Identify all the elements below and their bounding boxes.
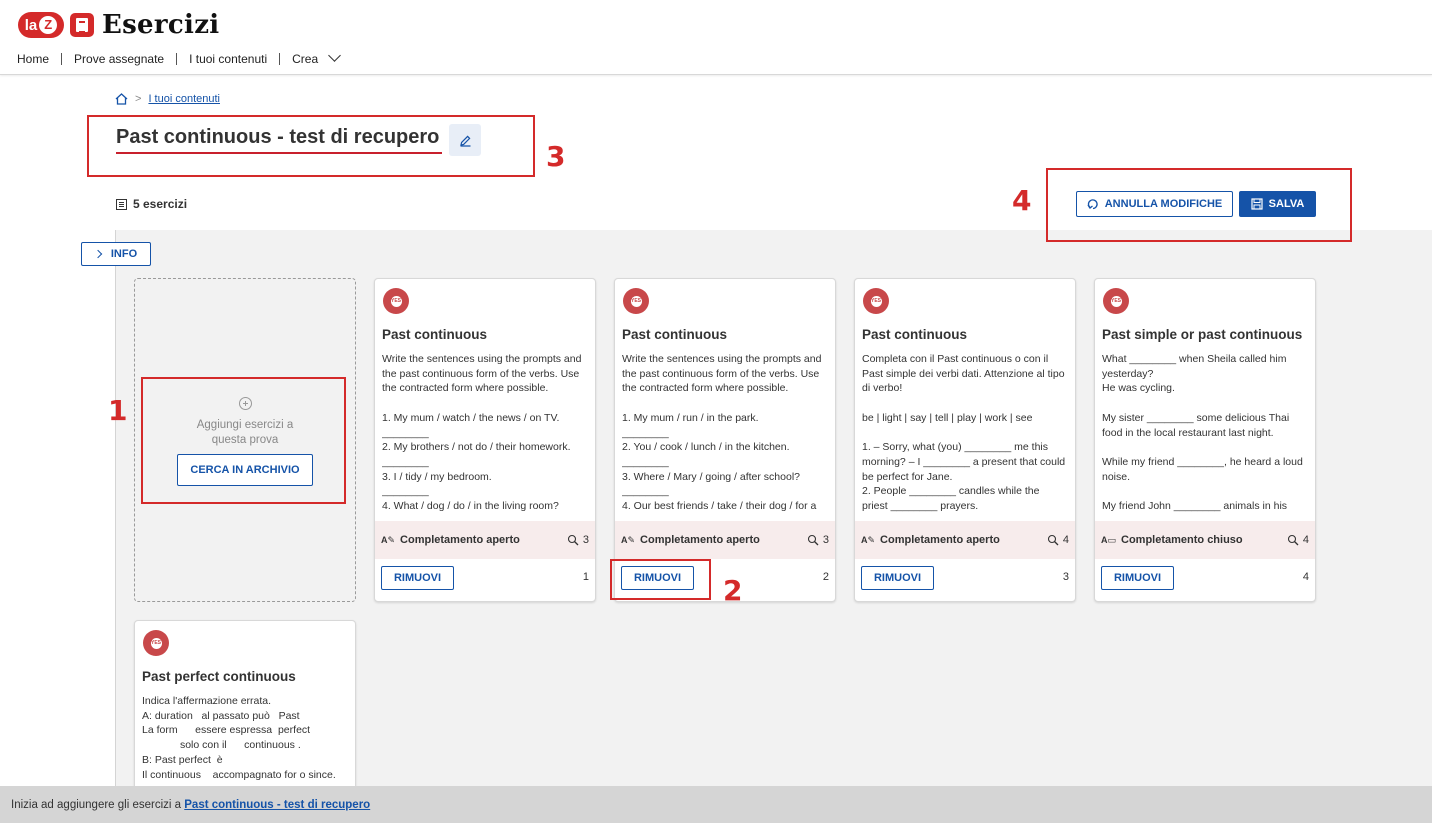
exercise-card[interactable]: YES Past continuous Completa con il Past… [854,278,1076,602]
annotation-number-2: 2 [723,574,743,607]
remove-button[interactable]: RIMUOVI [861,566,934,590]
exercise-number: 4 [1302,571,1309,583]
open-completion-icon: A✎ [381,534,396,545]
yes-badge-icon: YES [143,630,169,656]
cursor-search-icon [1287,534,1299,546]
closed-completion-icon: A▭ [1101,534,1117,545]
cursor-search-icon [807,534,819,546]
items-count: 3 [567,534,589,546]
remove-button[interactable]: RIMUOVI [1101,566,1174,590]
logo-z: Z [39,16,58,34]
annotation-number-3: 3 [546,140,566,173]
exercise-type-label: Completamento aperto [640,534,760,546]
exercise-card[interactable]: YES Past continuous Write the sentences … [374,278,596,602]
badge-text: YES [870,295,882,307]
nav-divider [61,53,63,65]
laz-logo: la Z [18,12,64,38]
yes-badge-icon: YES [623,288,649,314]
nav-crea[interactable]: Crea [292,49,342,66]
remove-button[interactable]: RIMUOVI [381,566,454,590]
chevron-right-icon [93,249,103,259]
items-count-value: 3 [822,534,829,546]
exercise-title: Past perfect continuous [142,669,296,684]
book-logo-icon [70,13,94,37]
nav-divider [279,53,281,65]
exercise-preview: Write the sentences using the prompts an… [382,353,582,513]
exercise-title: Past simple or past continuous [1102,327,1303,342]
annotation-box-1 [141,377,346,504]
badge-text: YES [1110,295,1122,307]
breadcrumb-link-i-tuoi-contenuti[interactable]: I tuoi contenuti [148,93,220,105]
nav-divider [176,53,178,65]
exercise-title: Past continuous [622,327,728,342]
items-count: 4 [1047,534,1069,546]
nav-home[interactable]: Home [17,52,49,66]
list-icon [116,198,127,210]
items-count-value: 4 [1302,534,1309,546]
annotation-number-1: 1 [108,394,128,427]
yes-badge-icon: YES [1103,288,1129,314]
badge-text: YES [150,637,162,649]
info-label: INFO [110,248,138,260]
bottom-status-bar: Inizia ad aggiungere gli esercizi a Past… [0,786,1432,823]
top-header: la Z Esercizi Home Prove assegnate I tuoi… [0,0,1432,75]
exercise-title: Past continuous [382,327,488,342]
bottom-bar-text: Inizia ad aggiungere gli esercizi a [11,799,185,811]
exercise-card[interactable]: YES Past simple or past continuous What … [1094,278,1316,602]
annotation-box-3 [87,115,535,177]
items-count-value: 4 [1062,534,1069,546]
nav-prove-assegnate[interactable]: Prove assegnate [74,52,164,66]
home-icon[interactable] [115,93,128,105]
cursor-search-icon [567,534,579,546]
nav-crea-label: Crea [292,52,319,66]
exercise-preview: Completa con il Past continuous o con il… [862,353,1066,513]
exercise-type-row: A✎ Completamento aperto 3 [615,521,835,559]
info-side-panel [0,230,116,786]
exercise-type-row: A▭ Completamento chiuso 4 [1095,521,1315,559]
items-count: 4 [1287,534,1309,546]
exercise-number: 1 [582,571,589,583]
cursor-search-icon [1047,534,1059,546]
info-toggle-button[interactable]: INFO [81,242,151,266]
exercise-preview: What ________ when Sheila called him yes… [1102,353,1303,513]
badge-text: YES [630,295,642,307]
yes-badge-icon: YES [863,288,889,314]
annotation-number-4: 4 [1012,184,1032,217]
exercise-title: Past continuous [862,327,968,342]
bottom-bar-test-link[interactable]: Past continuous - test di recupero [184,799,370,811]
exercise-type-row: A✎ Completamento aperto 4 [855,521,1075,559]
annotation-box-2 [610,559,711,600]
badge-text: YES [390,295,402,307]
exercise-count: 5 esercizi [116,197,187,211]
brand[interactable]: la Z Esercizi [18,10,219,40]
exercise-type-label: Completamento aperto [400,534,520,546]
items-count-value: 3 [582,534,589,546]
yes-badge-icon: YES [383,288,409,314]
open-completion-icon: A✎ [621,534,636,545]
nav-i-tuoi-contenuti[interactable]: I tuoi contenuti [189,52,267,66]
logo-text: la [24,16,38,34]
breadcrumb: > I tuoi contenuti [115,93,220,105]
exercise-type-label: Completamento aperto [880,534,1000,546]
chevron-down-icon [328,49,342,62]
exercise-card[interactable]: YES Past perfect continuous Indica l'aff… [134,620,356,800]
main-nav: Home Prove assegnate I tuoi contenuti Cr… [17,49,342,66]
open-completion-icon: A✎ [861,534,876,545]
exercise-number: 3 [1062,571,1069,583]
exercise-card[interactable]: YES Past continuous Write the sentences … [614,278,836,602]
annotation-box-4 [1046,168,1352,242]
exercise-number: 2 [822,571,829,583]
breadcrumb-separator: > [135,93,142,105]
items-count: 3 [807,534,829,546]
exercise-type-label: Completamento chiuso [1121,534,1243,546]
exercise-preview: Indica l'affermazione errata. A: duratio… [142,695,336,781]
exercise-count-label: 5 esercizi [133,197,188,211]
exercise-type-row: A✎ Completamento aperto 3 [375,521,595,559]
exercise-preview: Write the sentences using the prompts an… [622,353,822,513]
app-title: Esercizi [102,10,220,40]
